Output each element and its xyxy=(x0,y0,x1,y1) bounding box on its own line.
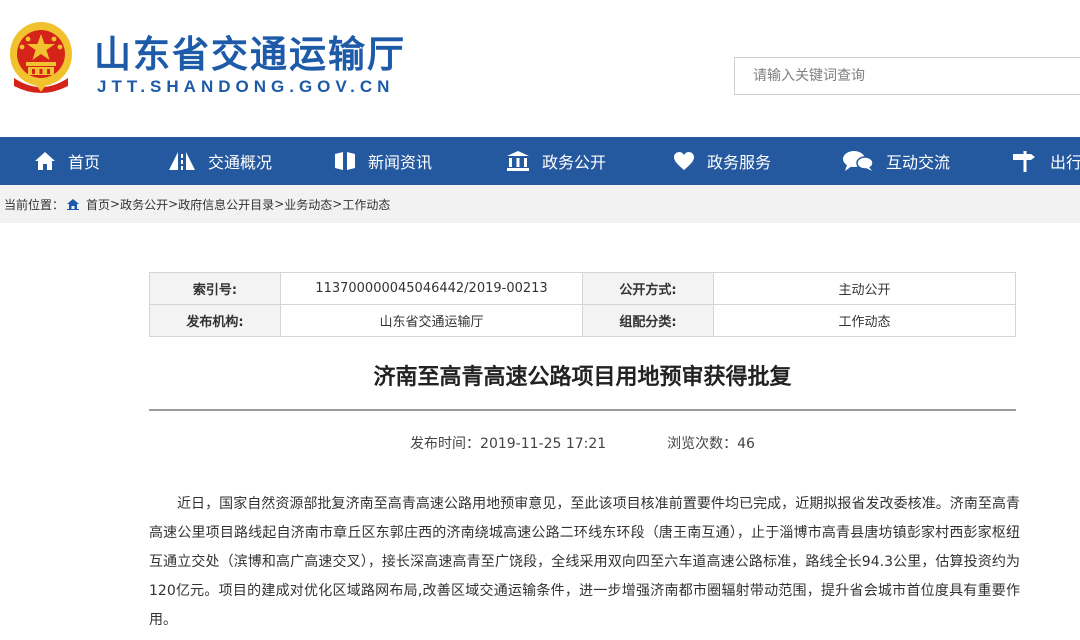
open-mode-value: 主动公开 xyxy=(713,272,1016,305)
article-title: 济南至高青高速公路项目用地预审获得批复 xyxy=(373,365,792,390)
home-icon[interactable] xyxy=(66,198,80,210)
site-domain: JTT.SHANDONG.GOV.CN xyxy=(97,77,395,96)
breadcrumb-link-work-news[interactable]: 工作动态 xyxy=(342,196,390,213)
nav-item-gov-affairs[interactable]: 政务公开 xyxy=(506,137,606,185)
index-number-label: 索引号: xyxy=(149,272,281,305)
nav-item-services[interactable]: 政务服务 xyxy=(673,137,771,185)
nav-item-travel[interactable]: 出行 xyxy=(1012,137,1080,185)
site-title[interactable]: 山东省交通运输厅 xyxy=(94,24,406,78)
category-label: 组配分类: xyxy=(582,304,714,337)
publish-time-label: 发布时间： xyxy=(410,436,481,452)
nav-item-label: 交通概况 xyxy=(208,153,273,172)
breadcrumb: 当前位置： 首页 > 政务公开 > 政府信息公开目录 > 业务动态 > 工作动态 xyxy=(0,185,1080,223)
publisher-label: 发布机构: xyxy=(149,304,281,337)
building-icon xyxy=(507,151,529,171)
national-emblem-icon[interactable] xyxy=(6,20,76,96)
breadcrumb-separator: > xyxy=(274,197,285,211)
nav-item-label: 政务公开 xyxy=(542,153,607,172)
open-mode-label: 公开方式: xyxy=(582,272,714,305)
breadcrumb-link-gov-affairs[interactable]: 政务公开 xyxy=(120,196,168,213)
nav-item-label: 新闻资讯 xyxy=(368,153,433,172)
table-row: 发布机构: 山东省交通运输厅 组配分类: 工作动态 xyxy=(149,304,1016,337)
publish-time: 2019-11-25 17:21 xyxy=(480,436,607,452)
nav-item-news[interactable]: 新闻资讯 xyxy=(334,137,432,185)
nav-item-label: 互动交流 xyxy=(886,153,951,172)
breadcrumb-link-business-news[interactable]: 业务动态 xyxy=(284,196,332,213)
chat-bubbles-icon xyxy=(843,151,874,171)
nav-item-label: 首页 xyxy=(68,153,101,172)
road-icon xyxy=(169,152,195,170)
search-input[interactable] xyxy=(734,57,1080,95)
heart-icon xyxy=(674,152,694,170)
nav-item-overview[interactable]: 交通概况 xyxy=(168,137,272,185)
nav-item-label: 政务服务 xyxy=(707,153,772,172)
site-header: 山东省交通运输厅 JTT.SHANDONG.GOV.CN xyxy=(0,0,1080,137)
views-count: 46 xyxy=(737,436,755,452)
article-paragraph: 近日，国家自然资源部批复济南至高青高速公路用地预审意见，至此该项目核准前置要件均… xyxy=(149,496,1020,628)
article-body: 近日，国家自然资源部批复济南至高青高速公路用地预审意见，至此该项目核准前置要件均… xyxy=(149,490,1020,635)
main-nav: 首页 交通概况 新闻资讯 政务公开 政务服务 互动交流 出行 xyxy=(0,137,1080,185)
publisher-value: 山东省交通运输厅 xyxy=(280,304,583,337)
views-label: 浏览次数： xyxy=(667,436,738,452)
signpost-icon xyxy=(1013,151,1035,172)
title-divider xyxy=(149,409,1016,411)
category-value: 工作动态 xyxy=(713,304,1016,337)
nav-item-interaction[interactable]: 互动交流 xyxy=(842,137,950,185)
breadcrumb-link-info-catalog[interactable]: 政府信息公开目录 xyxy=(178,196,274,213)
nav-item-home[interactable]: 首页 xyxy=(34,137,100,185)
nav-item-label: 出行 xyxy=(1050,153,1080,172)
breadcrumb-separator: > xyxy=(110,197,121,211)
table-row: 索引号: 113700000045046442/2019-00213 公开方式:… xyxy=(149,272,1016,305)
index-number-value: 113700000045046442/2019-00213 xyxy=(280,272,583,305)
breadcrumb-link-home[interactable]: 首页 xyxy=(86,196,110,213)
document-meta-table: 索引号: 113700000045046442/2019-00213 公开方式:… xyxy=(149,272,1016,337)
newspaper-icon xyxy=(335,152,355,170)
breadcrumb-separator: > xyxy=(332,197,343,211)
breadcrumb-separator: > xyxy=(168,197,179,211)
home-icon xyxy=(35,152,55,170)
article-info: 发布时间：2019-11-25 17:21 浏览次数：46 xyxy=(149,433,1016,453)
breadcrumb-label: 当前位置： xyxy=(4,197,65,212)
